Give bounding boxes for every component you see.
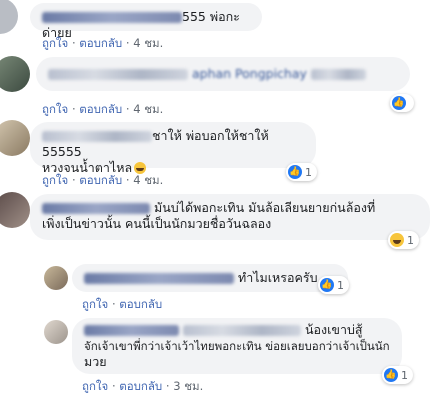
reaction-badge[interactable]: 👍 1 bbox=[286, 163, 317, 181]
avatar[interactable] bbox=[0, 56, 30, 92]
reply-link[interactable]: ตอบกลับ bbox=[79, 36, 122, 50]
comment-actions: ถูกใจ · ตอบกลับ · 4 ชม. bbox=[42, 102, 164, 116]
comment-bubble: น้องเขาบ่สู้ จักเจ้าเขาพี่กว่าเจ้าเว้าไท… bbox=[72, 318, 402, 374]
comment-text-line1: น้องเขาบ่สู้ bbox=[304, 322, 363, 337]
like-link[interactable]: ถูกใจ bbox=[42, 173, 68, 187]
redacted-name bbox=[84, 273, 234, 284]
timestamp[interactable]: 4 ชม. bbox=[133, 36, 163, 50]
redacted-text bbox=[310, 69, 366, 80]
like-icon: 👍 bbox=[384, 368, 398, 382]
comment-text-line3: มวย bbox=[84, 354, 107, 369]
comment-bubble: ทำไมเหรอครับ bbox=[72, 264, 348, 292]
comment-text-line2: จักเจ้าเขาพี่กว่าเจ้าเว้าไทยพอกะเทิน ข่อ… bbox=[84, 339, 390, 353]
reaction-badge[interactable]: 👍 1 bbox=[318, 276, 349, 294]
comment-actions: ถูกใจ · ตอบกลับ · 4 ชม. bbox=[42, 36, 164, 50]
comment-text: ทำไมเหรอครับ bbox=[237, 270, 318, 285]
like-icon: 👍 bbox=[392, 96, 406, 110]
avatar[interactable] bbox=[44, 266, 68, 290]
avatar[interactable] bbox=[44, 320, 68, 344]
reaction-badge[interactable]: 👍 1 bbox=[382, 366, 413, 384]
like-link[interactable]: ถูกใจ bbox=[82, 379, 108, 393]
reply-link[interactable]: ตอบกลับ bbox=[79, 102, 122, 116]
reply-link[interactable]: ตอบกลับ bbox=[119, 379, 162, 393]
redacted-name bbox=[42, 203, 150, 214]
reaction-badge[interactable]: 1 bbox=[388, 231, 419, 249]
haha-icon bbox=[390, 233, 404, 247]
reaction-badge[interactable]: 👍 bbox=[390, 94, 414, 112]
like-link[interactable]: ถูกใจ bbox=[82, 297, 108, 311]
like-link[interactable]: ถูกใจ bbox=[42, 102, 68, 116]
comment-actions: ถูกใจ · ตอบกลับ · 3 ชม. bbox=[82, 379, 204, 393]
like-icon: 👍 bbox=[320, 278, 334, 292]
reaction-count: 1 bbox=[407, 233, 414, 247]
avatar[interactable] bbox=[0, 120, 30, 156]
timestamp[interactable]: 3 ชม. bbox=[173, 379, 203, 393]
comment-bubble: aphan Pongpichay bbox=[36, 57, 410, 91]
reply-link[interactable]: ตอบกลับ bbox=[79, 173, 122, 187]
comment-bubble: มันบ่ได้พอกะเทิน มันล้อเลียนยายก่นล้องที… bbox=[30, 194, 430, 240]
like-link[interactable]: ถูกใจ bbox=[42, 36, 68, 50]
comment-bubble: ชาให้ พ่อบอกให้ชาให้ 55555 หวงจนน้ำตาไหล bbox=[30, 122, 316, 175]
reaction-count: 1 bbox=[337, 278, 344, 292]
comment-actions: ถูกใจ · ตอบกลับ · 4 ชม. bbox=[42, 173, 164, 187]
comment-actions: ถูกใจ · ตอบกลับ bbox=[82, 297, 163, 311]
name-fragment[interactable]: aphan Pongpichay bbox=[192, 66, 307, 81]
comment-bubble: 555 พ่อกะด่ายย bbox=[30, 3, 262, 40]
reaction-count: 1 bbox=[305, 165, 312, 179]
comment-text-line1: มันบ่ได้พอกะเทิน มันล้อเลียนยายก่นล้องที… bbox=[153, 200, 376, 215]
redacted-name bbox=[48, 69, 188, 80]
redacted-name bbox=[42, 12, 182, 23]
redacted-text bbox=[182, 325, 301, 336]
like-icon: 👍 bbox=[288, 165, 302, 179]
reaction-count: 1 bbox=[401, 368, 408, 382]
comment-text-line2: เพิ่งเป็นข่าวนั้น คนนี้เป็นนักมวยชื่อวัน… bbox=[42, 216, 272, 231]
timestamp[interactable]: 4 ชม. bbox=[133, 102, 163, 116]
avatar[interactable] bbox=[0, 0, 18, 34]
avatar[interactable] bbox=[0, 192, 30, 228]
reply-link[interactable]: ตอบกลับ bbox=[119, 297, 162, 311]
timestamp[interactable]: 4 ชม. bbox=[133, 173, 163, 187]
redacted-name bbox=[84, 325, 179, 336]
redacted-name bbox=[42, 131, 152, 142]
